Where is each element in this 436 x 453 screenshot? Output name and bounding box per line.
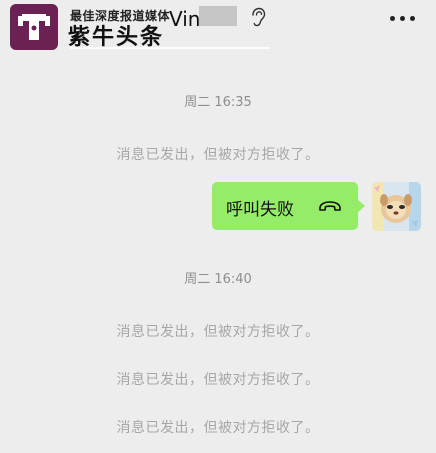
chat-screen: 最佳深度报道媒体 紫牛头条 Vin 周二 16:35 消息已发出，但被对方拒收了… [0, 0, 436, 453]
system-message: 消息已发出，但被对方拒收了。 [116, 324, 320, 340]
ear-icon[interactable] [250, 7, 266, 31]
chat-title[interactable]: Vin [169, 7, 200, 31]
message-timestamp: 周二 16:35 [184, 95, 252, 110]
system-message: 消息已发出，但被对方拒收了。 [116, 420, 320, 436]
outgoing-call-bubble[interactable]: 呼叫失败 [212, 182, 365, 230]
watermark-logo-icon [10, 4, 58, 50]
message-timestamp: 周二 16:40 [184, 272, 252, 287]
more-dots-icon[interactable] [390, 15, 416, 23]
phone-hangup-icon [318, 198, 342, 217]
user-avatar[interactable] [372, 182, 421, 231]
system-message: 消息已发出，但被对方拒收了。 [116, 147, 320, 163]
header-divider [70, 47, 270, 49]
redacted-name-block [199, 6, 237, 26]
call-status-text: 呼叫失败 [226, 200, 294, 220]
system-message: 消息已发出，但被对方拒收了。 [116, 372, 320, 388]
chat-header: 最佳深度报道媒体 紫牛头条 Vin [0, 0, 436, 54]
